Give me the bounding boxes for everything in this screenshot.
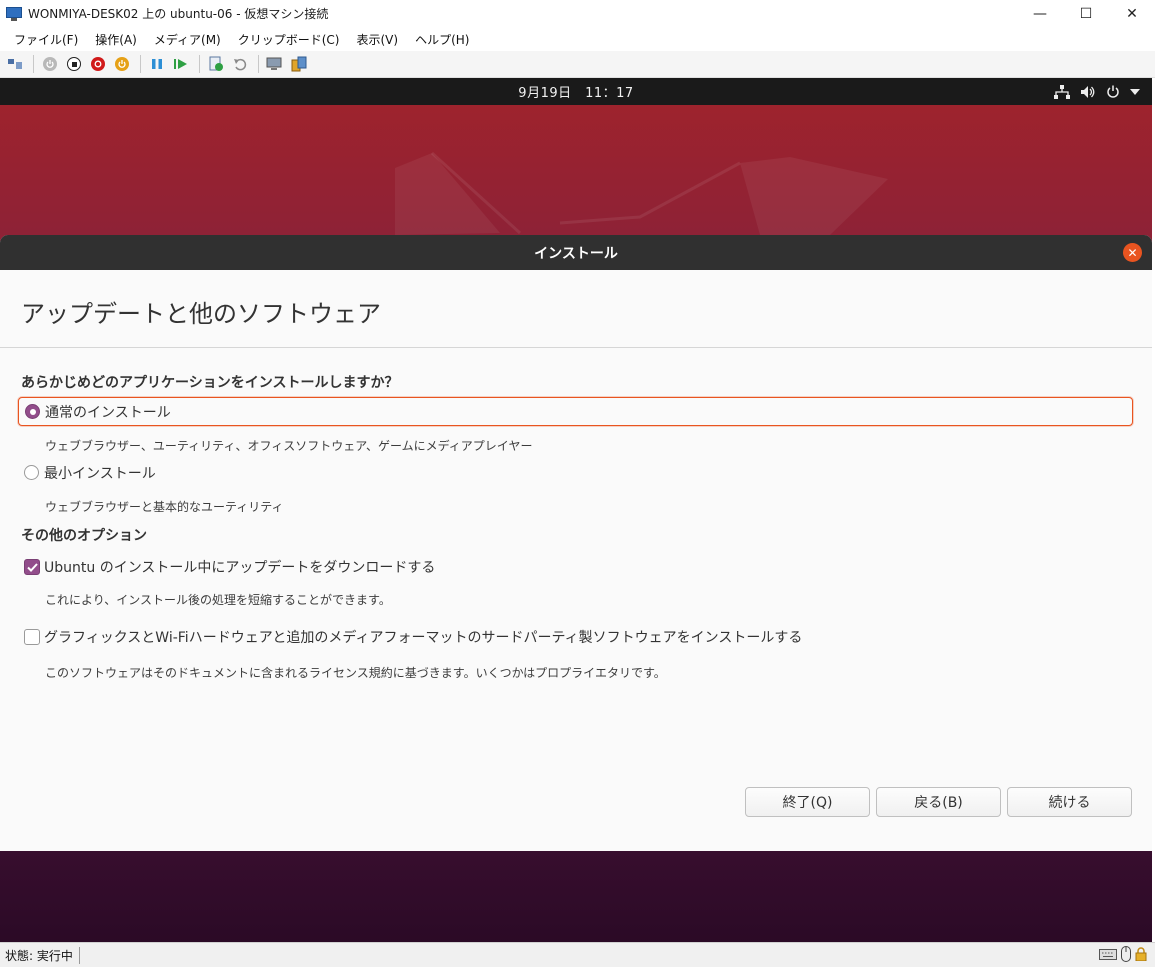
close-button[interactable]: ✕	[1109, 0, 1155, 27]
revert-button[interactable]	[229, 54, 251, 74]
enhanced-session-button[interactable]	[264, 54, 286, 74]
radio-unselected-icon	[24, 465, 39, 480]
toolbar-separator	[140, 55, 141, 73]
checkbox-unchecked-icon	[24, 629, 40, 645]
host-statusbar: 状態: 実行中	[0, 942, 1155, 967]
pause-button[interactable]	[146, 54, 168, 74]
vm-status: 状態: 実行中	[5, 946, 80, 964]
installer-window: インストール ✕ アップデートと他のソフトウェア あらかじめどのアプリケーション…	[0, 235, 1152, 851]
enhanced-session-icon	[266, 57, 282, 70]
lock-icon	[1135, 947, 1147, 961]
checkpoint-icon	[209, 56, 223, 71]
installer-close-button[interactable]: ✕	[1123, 243, 1142, 262]
turn-off-button[interactable]	[63, 54, 85, 74]
divider	[0, 347, 1152, 348]
system-tray[interactable]	[1054, 78, 1140, 105]
download-updates-label: Ubuntu のインストール中にアップデートをダウンロードする	[44, 560, 436, 576]
menu-media[interactable]: メディア(M)	[147, 31, 228, 48]
power-icon	[115, 57, 129, 71]
normal-install-label: 通常のインストール	[45, 404, 171, 421]
status-icons	[1099, 946, 1147, 962]
start-button[interactable]	[39, 54, 61, 74]
toolbar-separator	[33, 55, 34, 73]
host-titlebar: WONMIYA-DESK02 上の ubuntu-06 - 仮想マシン接続 — …	[0, 0, 1155, 27]
ctrl-alt-del-icon	[8, 59, 22, 69]
resume-button[interactable]	[170, 54, 192, 74]
installer-title: インストール	[534, 245, 618, 262]
menu-action[interactable]: 操作(A)	[88, 31, 144, 48]
chevron-down-icon	[1130, 88, 1140, 95]
stop-icon	[67, 57, 81, 71]
minimal-install-label: 最小インストール	[44, 465, 156, 482]
maximize-button[interactable]: ☐	[1063, 0, 1109, 27]
question-heading: あらかじめどのアプリケーションをインストールしますか？	[21, 375, 399, 391]
pause-icon	[152, 59, 162, 69]
share-button[interactable]	[288, 54, 310, 74]
minimal-install-description: ウェブブラウザーと基本的なユーティリティ	[45, 500, 284, 514]
installer-header: インストール ✕	[0, 235, 1152, 270]
download-updates-description: これにより、インストール後の処理を短縮することができます。	[45, 593, 391, 607]
save-state-button[interactable]	[111, 54, 133, 74]
quit-button[interactable]: 終了(Q)	[745, 787, 870, 817]
menu-help[interactable]: ヘルプ(H)	[408, 31, 476, 48]
menu-view[interactable]: 表示(V)	[350, 31, 406, 48]
shut-down-button[interactable]	[87, 54, 109, 74]
checkpoint-button[interactable]	[205, 54, 227, 74]
guest-display: 9月19日 11：17 インストール ✕ アップデートと他のソフトウェア あらか…	[0, 78, 1152, 942]
continue-button[interactable]: 続ける	[1007, 787, 1132, 817]
window-controls: — ☐ ✕	[1017, 0, 1155, 27]
checkbox-checked-icon	[24, 559, 40, 575]
network-icon	[1054, 84, 1070, 99]
host-toolbar	[0, 51, 1155, 78]
share-icon	[291, 56, 307, 72]
other-options-heading: その他のオプション	[21, 528, 147, 544]
toolbar-separator	[199, 55, 200, 73]
menu-clipboard[interactable]: クリップボード(C)	[231, 31, 347, 48]
volume-icon	[1081, 85, 1095, 98]
third-party-software-label: グラフィックスとWi-Fiハードウェアと追加のメディアフォーマットのサードパーテ…	[44, 630, 803, 646]
mouse-icon	[1121, 946, 1131, 962]
wallpaper-decoration	[395, 151, 888, 235]
third-party-software-description: このソフトウェアはそのドキュメントに含まれるライセンス規約に基づきます。いくつか…	[45, 666, 666, 680]
download-updates-checkbox[interactable]: Ubuntu のインストール中にアップデートをダウンロードする	[24, 556, 435, 578]
third-party-software-checkbox[interactable]: グラフィックスとWi-Fiハードウェアと追加のメディアフォーマットのサードパーテ…	[24, 626, 802, 648]
minimal-install-radio[interactable]: 最小インストール	[18, 458, 156, 487]
start-icon	[43, 57, 57, 71]
menu-file[interactable]: ファイル(F)	[7, 31, 85, 48]
normal-install-radio[interactable]: 通常のインストール	[18, 397, 1133, 426]
keyboard-icon	[1099, 949, 1117, 960]
undo-icon	[234, 58, 247, 71]
vm-connection-icon	[5, 6, 23, 22]
clock[interactable]: 9月19日 11：17	[518, 82, 633, 101]
radio-selected-icon	[25, 404, 40, 419]
toolbar-separator	[258, 55, 259, 73]
page-title: アップデートと他のソフトウェア	[21, 300, 381, 328]
power-menu-icon	[1107, 85, 1119, 98]
ctrl-alt-del-button[interactable]	[4, 54, 26, 74]
minimize-button[interactable]: —	[1017, 0, 1063, 27]
ubuntu-top-bar: 9月19日 11：17	[0, 78, 1152, 105]
normal-install-description: ウェブブラウザー、ユーティリティ、オフィスソフトウェア、ゲームにメディアプレイヤ…	[45, 439, 533, 453]
shutdown-icon	[91, 57, 105, 71]
host-window-title: WONMIYA-DESK02 上の ubuntu-06 - 仮想マシン接続	[28, 7, 329, 21]
play-icon	[174, 59, 187, 69]
back-button[interactable]: 戻る(B)	[876, 787, 1001, 817]
host-menubar: ファイル(F) 操作(A) メディア(M) クリップボード(C) 表示(V) ヘ…	[0, 27, 1155, 51]
